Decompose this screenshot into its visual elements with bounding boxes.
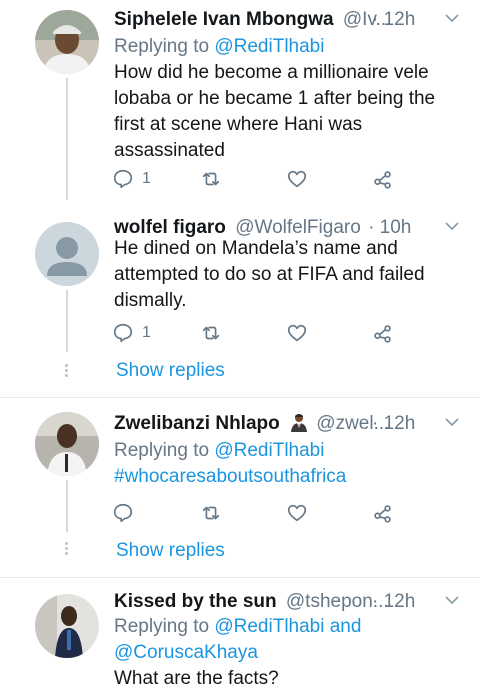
author-name[interactable]: Siphelele Ivan Mbongwa	[114, 9, 334, 30]
show-replies-link[interactable]: Show replies	[116, 360, 225, 382]
retweet-icon	[202, 506, 220, 520]
replying-to-second: @CoruscaKhaya	[114, 640, 258, 666]
replying-to: Replying to @RediTlhabi	[114, 438, 324, 464]
author-name[interactable]: Kissed by the sun	[114, 591, 277, 612]
tweet-4[interactable]: Kissed by the sun @tshepon... · 12h Repl…	[0, 578, 480, 684]
tweet-1[interactable]: Siphelele Ivan Mbongwa @Iv... · 12h Repl…	[0, 0, 480, 200]
replying-to-link-2[interactable]: @CoruscaKhaya	[114, 642, 258, 663]
avatar[interactable]	[35, 222, 99, 286]
retweet-button[interactable]	[200, 320, 222, 346]
reply-button[interactable]: 1	[112, 166, 151, 192]
reply-button[interactable]	[112, 500, 142, 526]
chevron-down-icon[interactable]	[442, 216, 462, 236]
retweet-button[interactable]	[200, 166, 222, 192]
author-name[interactable]: Zwelibanzi Nhlapo	[114, 413, 280, 434]
tweet-actions: 1	[112, 166, 402, 192]
retweet-icon	[202, 172, 220, 186]
like-button[interactable]	[286, 500, 308, 526]
share-button[interactable]	[372, 500, 394, 526]
replying-label: Replying to	[114, 440, 210, 461]
retweet-icon	[202, 326, 220, 340]
replying-to: Replying to @RediTlhabi	[114, 34, 324, 60]
like-button[interactable]	[286, 166, 308, 192]
share-icon	[374, 171, 391, 189]
reply-icon	[113, 169, 133, 189]
tweet-header: Kissed by the sun @tshepon... · 12h	[114, 588, 462, 616]
share-button[interactable]	[372, 320, 394, 346]
avatar[interactable]	[35, 412, 99, 476]
thread-line	[66, 480, 68, 532]
reply-button[interactable]: 1	[112, 320, 151, 346]
thread-line	[66, 78, 68, 200]
chevron-down-icon[interactable]	[442, 8, 462, 28]
replying-label: Replying to	[114, 616, 210, 637]
avatar[interactable]	[35, 10, 99, 74]
tweet-text: What are the facts?	[114, 668, 279, 684]
heart-icon	[287, 170, 307, 188]
chevron-down-icon[interactable]	[442, 412, 462, 432]
reply-count: 1	[142, 324, 151, 341]
show-replies-link[interactable]: Show replies	[116, 540, 225, 562]
avatar[interactable]	[35, 594, 99, 658]
tweet-actions: 1	[112, 320, 402, 346]
reply-icon	[113, 503, 133, 523]
more-replies-dots	[64, 364, 70, 379]
reply-count: 1	[142, 170, 151, 187]
tweet-text: He dined on Mandela’s name and attempted…	[114, 238, 425, 311]
replying-to-link[interactable]: @RediTlhabi and	[214, 616, 361, 637]
more-replies-dots	[64, 542, 70, 557]
timestamp[interactable]: · 10h	[368, 217, 411, 238]
like-button[interactable]	[286, 320, 308, 346]
tweet-3[interactable]: Zwelibanzi Nhlapo @zwel... · 12h Replyin…	[0, 398, 480, 578]
chevron-down-icon[interactable]	[442, 590, 462, 610]
thread-line	[66, 290, 68, 352]
timestamp[interactable]: · 12h	[372, 588, 415, 616]
replying-to-link[interactable]: @RediTlhabi	[214, 440, 324, 461]
tweet-actions	[112, 500, 402, 526]
tweet-header: Siphelele Ivan Mbongwa @Iv... · 12h	[114, 6, 462, 34]
hashtag-link[interactable]: #whocaresaboutsouthafrica	[114, 464, 444, 490]
tweet-text: How did he become a millionaire vele lob…	[114, 62, 436, 161]
author-name[interactable]: wolfel figaro	[114, 217, 226, 238]
replying-to: Replying to @RediTlhabi and	[114, 614, 361, 640]
heart-icon	[287, 504, 307, 522]
author-handle[interactable]: @WolfelFigaro	[235, 217, 361, 238]
timestamp[interactable]: · 12h	[372, 6, 415, 34]
tweet-header: Zwelibanzi Nhlapo @zwel... · 12h	[114, 410, 462, 438]
share-button[interactable]	[372, 166, 394, 192]
timestamp[interactable]: · 12h	[372, 410, 415, 438]
share-icon	[374, 325, 391, 343]
retweet-button[interactable]	[200, 500, 222, 526]
share-icon	[374, 505, 391, 523]
replying-label: Replying to	[114, 36, 210, 57]
person-emoji-icon	[291, 414, 308, 432]
heart-icon	[287, 324, 307, 342]
reply-icon	[113, 323, 133, 343]
replying-to-link[interactable]: @RediTlhabi	[214, 36, 324, 57]
tweet-2[interactable]: wolfel figaro @WolfelFigaro · 10h He din…	[0, 200, 480, 396]
